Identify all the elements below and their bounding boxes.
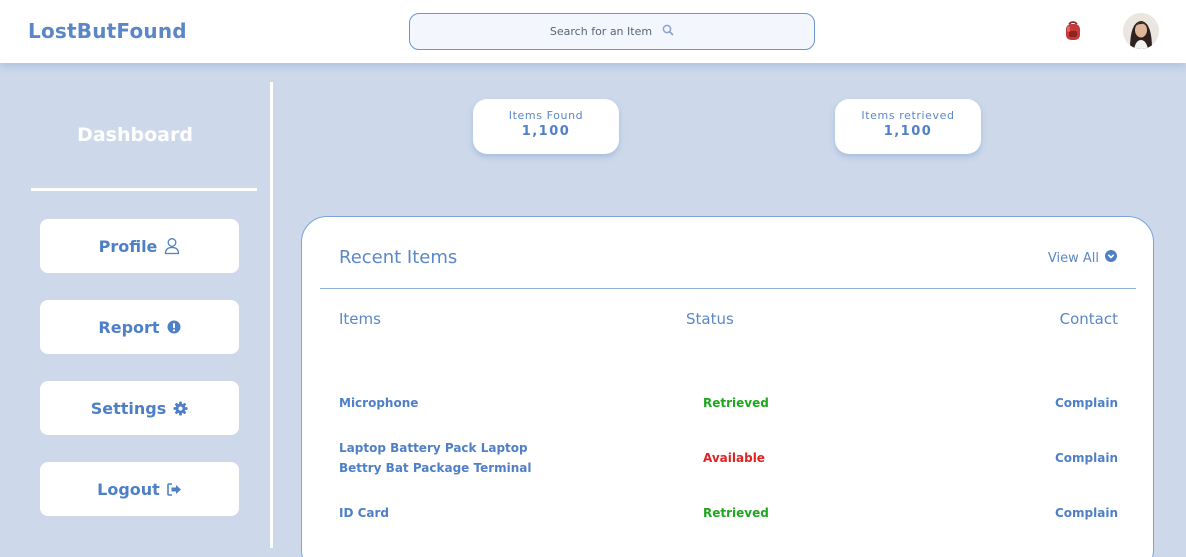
complain-link[interactable]: Complain <box>1055 448 1118 468</box>
sidebar-item-settings[interactable]: Settings <box>40 381 239 435</box>
vertical-divider <box>270 82 273 548</box>
status-badge: Retrieved <box>703 396 769 410</box>
stat-label: Items retrieved <box>861 109 955 122</box>
avatar[interactable] <box>1123 13 1159 49</box>
sidebar-item-profile[interactable]: Profile <box>40 219 239 273</box>
panel-divider <box>320 288 1136 289</box>
stat-card-items-retrieved: Items retrieved 1,100 <box>835 99 981 154</box>
backpack-icon[interactable] <box>1063 19 1083 41</box>
chevron-down-circle-icon <box>1105 250 1117 266</box>
sidebar-item-label: Logout <box>97 479 160 499</box>
stat-value: 1,100 <box>521 124 571 139</box>
search-icon[interactable] <box>662 24 674 39</box>
view-all-link[interactable]: View All <box>1048 250 1117 266</box>
item-name-line: Laptop Battery Pack Laptop <box>339 441 528 455</box>
column-header-contact: Contact <box>1059 310 1118 328</box>
complain-link[interactable]: Complain <box>1055 503 1118 523</box>
logout-icon <box>167 482 182 496</box>
stat-label: Items Found <box>508 109 584 122</box>
stat-value: 1,100 <box>883 124 933 139</box>
gear-icon <box>173 400 188 416</box>
alert-circle-icon <box>167 320 181 334</box>
sidebar-divider <box>31 188 257 191</box>
dashboard-title: Dashboard <box>77 124 193 146</box>
sidebar-item-label: Report <box>98 317 160 337</box>
recent-items-panel: Recent Items View All Items Status Conta… <box>301 216 1154 557</box>
sidebar-item-label: Profile <box>98 236 158 256</box>
search-input[interactable]: Search for an Item <box>409 13 815 50</box>
status-badge: Available <box>703 451 765 465</box>
user-outline-icon <box>164 237 180 255</box>
complain-link[interactable]: Complain <box>1055 393 1118 413</box>
sidebar-item-logout[interactable]: Logout <box>40 462 239 516</box>
table-row-item: Microphone <box>339 396 419 410</box>
sidebar-item-report[interactable]: Report <box>40 300 239 354</box>
sidebar-item-label: Settings <box>90 398 167 418</box>
column-header-status: Status <box>686 310 734 328</box>
status-badge: Retrieved <box>703 506 769 520</box>
search-placeholder: Search for an Item <box>549 25 653 38</box>
panel-title: Recent Items <box>339 247 458 268</box>
item-name-line: Bettry Bat Package Terminal <box>339 461 532 475</box>
table-row-item: ID Card <box>339 506 390 520</box>
column-header-items: Items <box>339 310 381 328</box>
stat-card-items-found: Items Found 1,100 <box>473 99 619 154</box>
brand-logo[interactable]: LostButFound <box>28 19 187 43</box>
top-navbar: LostButFound Search for an Item <box>0 0 1186 63</box>
table-row-item: Laptop Battery Pack Laptop Bettry Bat Pa… <box>339 438 532 478</box>
view-all-label: View All <box>1047 250 1099 266</box>
